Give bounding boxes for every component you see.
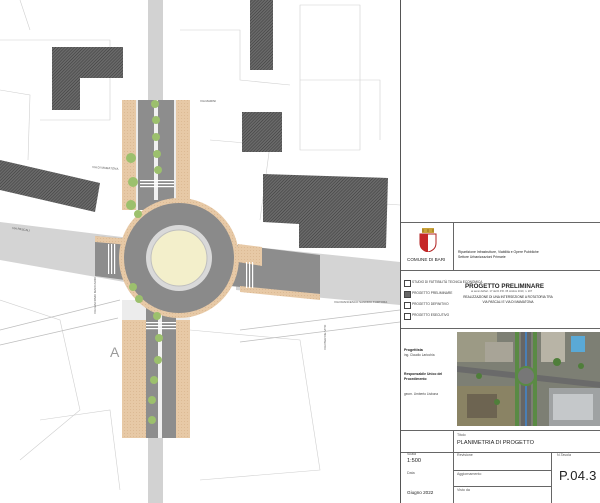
sheet-label: N.Tavola — [557, 453, 571, 457]
designer-label: Progettista — [404, 348, 423, 352]
title-label: Titolo — [457, 433, 466, 437]
sheet-number: P.04.3 — [559, 468, 597, 483]
phase-label-executive: PROGETTO ESECUTIVO — [412, 313, 450, 317]
update-label: Aggiornamento — [457, 472, 482, 476]
phase-checkbox-feasibility — [404, 280, 411, 287]
street-label-marini: VIA MARINI — [200, 99, 216, 103]
scale-label: Scala — [407, 452, 416, 456]
site-plan: VIA PASCALI VIA DI MAMATONA VIA MARINI V… — [0, 0, 400, 503]
designer-name: ing. Claudio Laricchia — [404, 353, 435, 357]
phase-checkbox-definitive — [404, 302, 411, 309]
logo-caption: COMUNE DI BARI — [407, 257, 446, 262]
phase-label-feasibility: STUDIO DI FATTIBILITÀ TECNICA ECONOMICA — [412, 280, 483, 284]
street-label-devito: VIA PIER DE VITO — [323, 324, 327, 350]
revision-label: Revisione — [457, 453, 473, 457]
manager-label: Responsabile Unico del Procedimento — [404, 372, 443, 381]
phase-checkbox-executive — [404, 313, 411, 320]
manager-name: geom. Umberto Lisbona — [404, 392, 439, 396]
scale-value: 1:500 — [407, 458, 421, 464]
project-phase: PROGETTO PRELIMINARE — [465, 283, 544, 290]
visto-label: Visto da — [457, 488, 470, 492]
date-value: Giugno 2022 — [407, 490, 434, 495]
date-label: Data — [407, 471, 415, 475]
street-label-mamatona: VIA DI MAMATONA — [92, 165, 119, 171]
aerial-photo — [457, 332, 600, 426]
drawing-title: PLANIMETRIA DI PROGETTO — [457, 440, 534, 446]
phase-label-preliminary: PROGETTO PRELIMINARE — [412, 291, 453, 295]
department-line-2: Settore Urbanizzazioni Primarie — [458, 255, 506, 259]
phase-note: ai sensi dell'art. 17 del D.P.R. 05 otto… — [471, 290, 533, 293]
coat-of-arms-logo — [419, 228, 437, 253]
department-line-1: Ripartizione Infrastrutture, Viabilità e… — [458, 250, 539, 254]
area-code-label: A — [110, 344, 120, 360]
street-label-tortora: VIA FRANCESCO SANDRO TORTORA — [334, 300, 387, 304]
project-title: REALIZZAZIONE DI UNA INTERSEZIONE A ROTA… — [463, 295, 553, 304]
phase-checkbox-preliminary — [404, 291, 411, 298]
phase-label-definitive: PROGETTO DEFINITIVO — [412, 302, 449, 306]
title-block: COMUNE DI BARI Ripartizione Infrastruttu… — [400, 0, 600, 503]
street-label-maccario: VIA GIACOMO MACCARIO — [93, 276, 97, 314]
